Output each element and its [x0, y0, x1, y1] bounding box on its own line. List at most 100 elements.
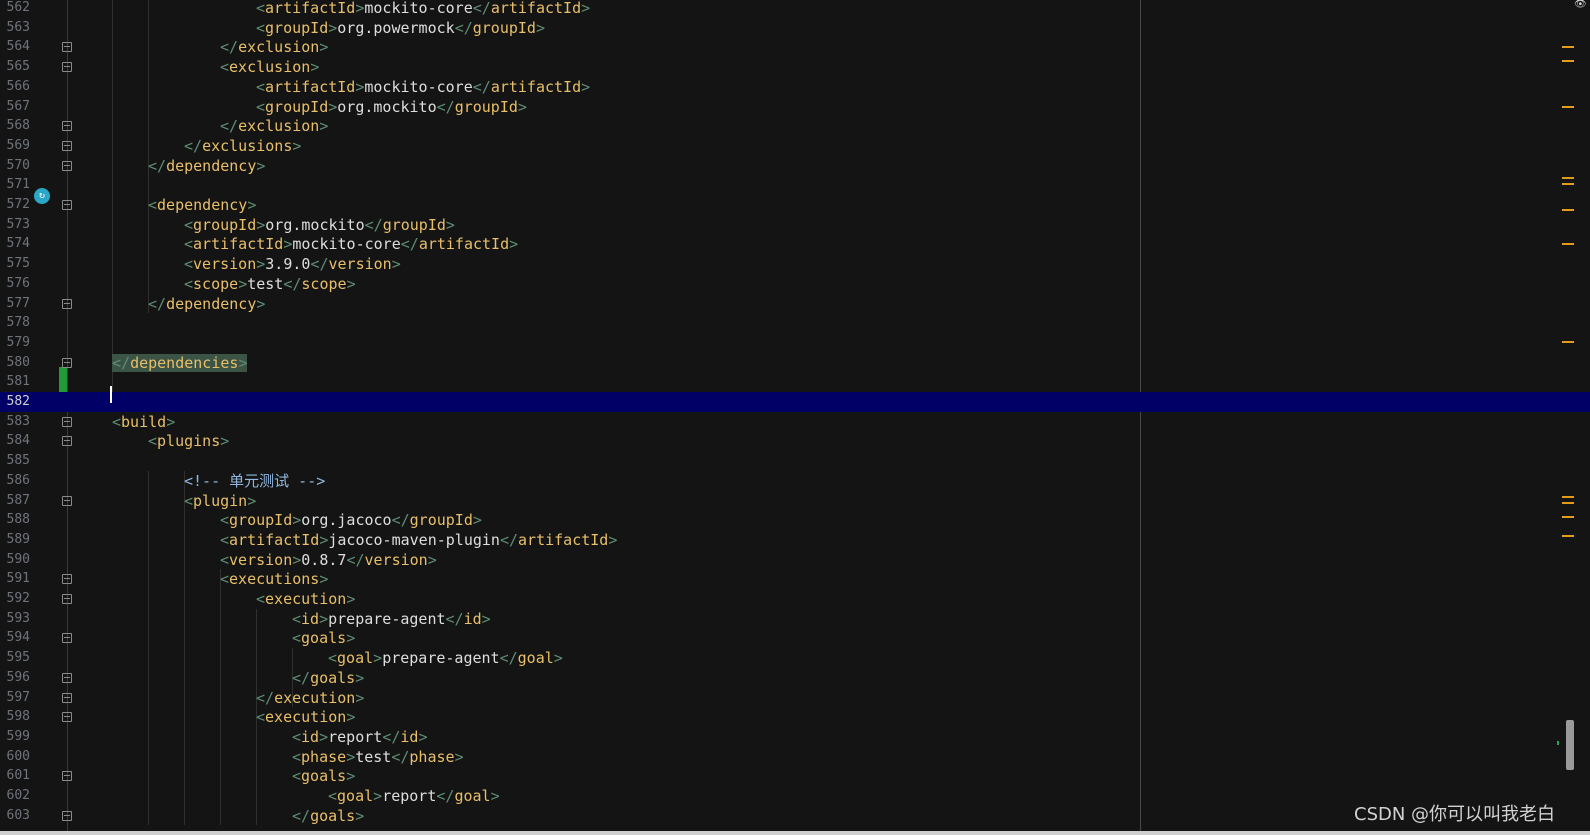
- line-number[interactable]: 580: [0, 353, 30, 373]
- code-line-565[interactable]: 565 <exclusion>: [0, 57, 1590, 77]
- code-text[interactable]: <goals>: [292, 766, 355, 786]
- code-text[interactable]: <artifactId>mockito-core</artifactId>: [184, 234, 518, 254]
- warning-stripe-mark[interactable]: [1562, 243, 1574, 245]
- line-number[interactable]: 591: [0, 569, 30, 589]
- code-line-596[interactable]: 596 </goals>: [0, 668, 1590, 688]
- code-text[interactable]: <goal>report</goal>: [328, 786, 500, 806]
- line-number[interactable]: 584: [0, 431, 30, 451]
- code-text[interactable]: <phase>test</phase>: [292, 747, 464, 767]
- code-text[interactable]: <version>3.9.0</version>: [184, 254, 401, 274]
- code-text[interactable]: <build>: [112, 412, 175, 432]
- code-line-567[interactable]: 567 <groupId>org.mockito</groupId>: [0, 97, 1590, 117]
- line-number[interactable]: 573: [0, 215, 30, 235]
- line-number[interactable]: 574: [0, 234, 30, 254]
- code-text[interactable]: <scope>test</scope>: [184, 274, 356, 294]
- code-line-588[interactable]: 588 <groupId>org.jacoco</groupId>: [0, 510, 1590, 530]
- code-line-587[interactable]: 587 <plugin>: [0, 491, 1590, 511]
- line-number[interactable]: 596: [0, 668, 30, 688]
- line-number[interactable]: 564: [0, 37, 30, 57]
- warning-stripe-mark[interactable]: [1562, 106, 1574, 108]
- code-line-600[interactable]: 600 <phase>test</phase>: [0, 747, 1590, 767]
- code-text[interactable]: </dependency>: [148, 156, 265, 176]
- code-line-574[interactable]: 574 <artifactId>mockito-core</artifactId>: [0, 234, 1590, 254]
- code-line-575[interactable]: 575 <version>3.9.0</version>: [0, 254, 1590, 274]
- code-line-598[interactable]: 598 <execution>: [0, 707, 1590, 727]
- line-number[interactable]: 602: [0, 786, 30, 806]
- warning-stripe-mark[interactable]: [1562, 183, 1574, 185]
- code-line-573[interactable]: 573 <groupId>org.mockito</groupId>: [0, 215, 1590, 235]
- fold-toggle-icon[interactable]: [62, 200, 72, 210]
- fold-toggle-icon[interactable]: [62, 436, 72, 447]
- code-line-591[interactable]: 591 <executions>: [0, 569, 1590, 589]
- code-editor[interactable]: ↻ 562 <artifactId>mockito-core</artifactI…: [0, 0, 1590, 835]
- code-text[interactable]: <artifactId>jacoco-maven-plugin</artifac…: [220, 530, 617, 550]
- code-line-589[interactable]: 589 <artifactId>jacoco-maven-plugin</arti…: [0, 530, 1590, 550]
- code-line-564[interactable]: 564 </exclusion>: [0, 37, 1590, 57]
- code-text[interactable]: <artifactId>mockito-core</artifactId>: [256, 77, 590, 97]
- code-line-584[interactable]: 584 <plugins>: [0, 431, 1590, 451]
- warning-stripe-mark[interactable]: [1562, 496, 1574, 498]
- line-number[interactable]: 575: [0, 254, 30, 274]
- line-number[interactable]: 601: [0, 766, 30, 786]
- code-line-570[interactable]: 570 </dependency>: [0, 156, 1590, 176]
- code-text[interactable]: <goal>prepare-agent</goal>: [328, 648, 563, 668]
- code-line-594[interactable]: 594 <goals>: [0, 628, 1590, 648]
- code-line-581[interactable]: 581: [0, 372, 1590, 392]
- code-line-595[interactable]: 595 <goal>prepare-agent</goal>: [0, 648, 1590, 668]
- fold-toggle-icon[interactable]: [62, 298, 72, 309]
- line-number[interactable]: 578: [0, 313, 30, 333]
- code-text[interactable]: <id>prepare-agent</id>: [292, 609, 491, 629]
- code-text[interactable]: <execution>: [256, 707, 355, 727]
- code-text[interactable]: <exclusion>: [220, 57, 319, 77]
- line-number[interactable]: 563: [0, 18, 30, 38]
- line-number[interactable]: 568: [0, 116, 30, 136]
- line-number[interactable]: 567: [0, 97, 30, 117]
- line-number[interactable]: 586: [0, 471, 30, 491]
- code-text[interactable]: </goals>: [292, 806, 364, 826]
- fold-toggle-icon[interactable]: [62, 121, 72, 132]
- line-number[interactable]: 603: [0, 806, 30, 826]
- line-number[interactable]: 589: [0, 530, 30, 550]
- code-text[interactable]: <plugin>: [184, 491, 256, 511]
- fold-toggle-icon[interactable]: [62, 357, 72, 368]
- warning-stripe-mark[interactable]: [1562, 209, 1574, 211]
- code-text[interactable]: </execution>: [256, 688, 364, 708]
- code-text[interactable]: <plugins>: [148, 431, 229, 451]
- warning-stripe-mark[interactable]: [1562, 60, 1574, 62]
- code-text[interactable]: </exclusion>: [220, 116, 328, 136]
- code-text[interactable]: </exclusion>: [220, 37, 328, 57]
- code-line-590[interactable]: 590 <version>0.8.7</version>: [0, 550, 1590, 570]
- code-text[interactable]: </dependencies>: [112, 353, 248, 373]
- line-number[interactable]: 566: [0, 77, 30, 97]
- line-number[interactable]: 581: [0, 372, 30, 392]
- line-number[interactable]: 562: [0, 0, 30, 18]
- fold-toggle-icon[interactable]: [62, 62, 72, 73]
- warning-stripe-mark[interactable]: [1562, 502, 1574, 504]
- line-number[interactable]: 587: [0, 491, 30, 511]
- line-number[interactable]: 588: [0, 510, 30, 530]
- line-number[interactable]: 592: [0, 589, 30, 609]
- code-text[interactable]: </goals>: [292, 668, 364, 688]
- code-line-580[interactable]: 580 </dependencies>: [0, 353, 1590, 373]
- reader-mode-eye-icon[interactable]: 👁: [1574, 0, 1587, 10]
- code-line-602[interactable]: 602 <goal>report</goal>: [0, 786, 1590, 806]
- fold-toggle-icon[interactable]: [62, 771, 72, 782]
- code-line-583[interactable]: 583 <build>: [0, 412, 1590, 432]
- code-line-576[interactable]: 576 <scope>test</scope>: [0, 274, 1590, 294]
- code-line-562[interactable]: 562 <artifactId>mockito-core</artifactId>: [0, 0, 1590, 18]
- line-number[interactable]: 595: [0, 648, 30, 668]
- line-number[interactable]: 600: [0, 747, 30, 767]
- line-number[interactable]: 570: [0, 156, 30, 176]
- fold-toggle-icon[interactable]: [62, 416, 72, 427]
- fold-toggle-icon[interactable]: [62, 672, 72, 683]
- code-line-571[interactable]: 571: [0, 175, 1590, 195]
- code-line-577[interactable]: 577 </dependency>: [0, 294, 1590, 314]
- fold-toggle-icon[interactable]: [62, 140, 72, 151]
- line-number[interactable]: 582: [0, 392, 30, 412]
- code-line-582[interactable]: 582: [0, 392, 1590, 412]
- code-line-568[interactable]: 568 </exclusion>: [0, 116, 1590, 136]
- line-number[interactable]: 579: [0, 333, 30, 353]
- warning-stripe-mark[interactable]: [1562, 516, 1574, 518]
- line-number[interactable]: 572: [0, 195, 30, 215]
- code-text[interactable]: <dependency>: [148, 195, 256, 215]
